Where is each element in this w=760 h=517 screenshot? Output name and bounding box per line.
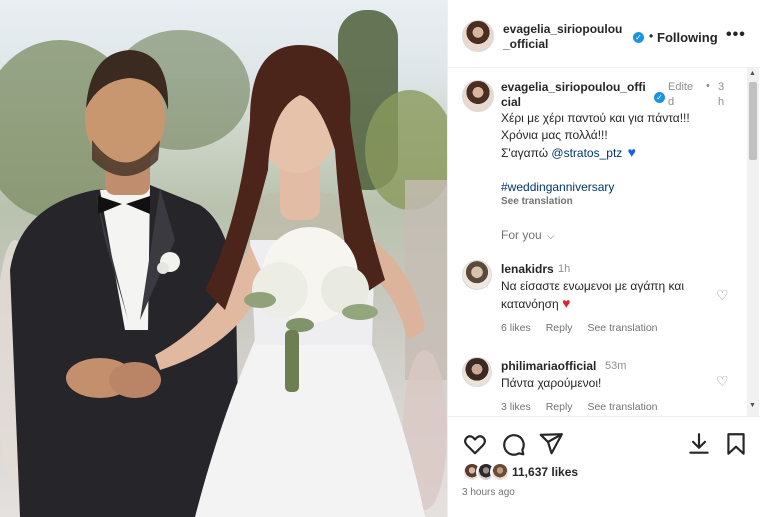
comment-like-icon[interactable]: ♡: [716, 373, 729, 390]
see-translation-button[interactable]: See translation: [501, 196, 573, 207]
comment-like-icon[interactable]: ♡: [716, 287, 729, 304]
comment-time: 1h: [558, 263, 571, 275]
separator-dot: •: [649, 29, 654, 43]
blue-heart-icon: ♥: [627, 144, 636, 160]
caption-line-3-text: Σ'αγαπώ: [501, 146, 549, 160]
comment-icon[interactable]: [500, 431, 526, 457]
for-you-dropdown[interactable]: For you ⌵: [501, 228, 555, 242]
caption-line-2: Χρόνια μας πολλά!!!: [501, 128, 608, 142]
author-username[interactable]: evagelia_siriopoulou _official: [503, 22, 653, 52]
post-timestamp[interactable]: 3 hours ago: [462, 487, 515, 498]
comments-list[interactable]: evagelia_siriopoulou_offi cial ✓ Edite d …: [448, 68, 760, 416]
author-username-line2: _official: [503, 37, 549, 51]
comment-username[interactable]: philimariaofficial: [501, 359, 596, 373]
author-avatar[interactable]: [462, 20, 494, 52]
post-header: evagelia_siriopoulou _official ✓ • Follo…: [448, 0, 760, 68]
see-translation-button[interactable]: See translation: [587, 401, 657, 413]
comment-text-line-2: κατανόηση ♥: [501, 295, 570, 313]
heart-icon[interactable]: [462, 431, 488, 457]
see-translation-button[interactable]: See translation: [587, 322, 657, 334]
chevron-down-icon: ⌵: [547, 231, 555, 242]
likes-count[interactable]: 11,637 likes: [512, 465, 578, 479]
scroll-down-icon[interactable]: ▼: [749, 402, 756, 409]
caption-username[interactable]: evagelia_siriopoulou_offi cial: [501, 80, 656, 110]
red-heart-icon: ♥: [562, 295, 571, 311]
download-icon[interactable]: [686, 431, 712, 457]
reply-button[interactable]: Reply: [546, 322, 573, 334]
post-photo: [0, 0, 447, 517]
author-username-line1: evagelia_siriopoulou: [503, 22, 623, 36]
liker-avatar: [490, 462, 510, 482]
comment-text-line-1: Να είσαστε ενωμενοι με αγάπη και: [501, 279, 684, 293]
following-button[interactable]: Following: [657, 30, 718, 45]
hashtag-link[interactable]: #weddinganniversary: [501, 180, 614, 194]
reply-button[interactable]: Reply: [546, 401, 573, 413]
comment-avatar[interactable]: [462, 260, 492, 290]
wedding-photo-illustration: [0, 10, 447, 517]
comment-likes[interactable]: 6 likes: [501, 322, 531, 334]
liker-avatars[interactable]: [462, 462, 510, 482]
scrollbar[interactable]: ▲ ▼: [747, 68, 759, 416]
caption-username-line2: cial: [501, 95, 522, 109]
caption-avatar[interactable]: [462, 80, 494, 112]
caption-line-3: Σ'αγαπώ @stratos_ptz ♥: [501, 144, 636, 162]
verified-icon: ✓: [633, 32, 644, 43]
comment-text-line-1: Πάντα χαρούμενοι!: [501, 376, 602, 390]
scroll-up-icon[interactable]: ▲: [749, 70, 756, 77]
caption-time[interactable]: 3h: [718, 80, 730, 110]
comment-text-line-2-text: κατανόηση: [501, 297, 559, 311]
for-you-label: For you: [501, 228, 542, 242]
separator-dot: •: [706, 80, 710, 92]
bookmark-icon[interactable]: [723, 431, 749, 457]
verified-icon: ✓: [654, 92, 665, 103]
share-icon[interactable]: [538, 431, 564, 457]
mention-link[interactable]: @stratos_ptz: [551, 146, 622, 160]
comment-likes[interactable]: 3 likes: [501, 401, 531, 413]
post-actions: 11,637 likes 3 hours ago: [448, 416, 760, 517]
comment-username[interactable]: lenakidrs: [501, 262, 554, 276]
comment-meta: 3 likes Reply See translation: [501, 401, 670, 413]
scroll-thumb[interactable]: [749, 82, 757, 160]
edited-label: Edite d: [668, 81, 694, 108]
caption-line-1: Χέρι με χέρι παντού και για πάντα!!!: [501, 111, 690, 125]
comment-avatar[interactable]: [462, 357, 492, 387]
more-icon[interactable]: •••: [726, 26, 746, 44]
comment-meta: 6 likes Reply See translation: [501, 322, 670, 334]
caption-username-line1: evagelia_siriopoulou_offi: [501, 80, 646, 94]
post-panel: evagelia_siriopoulou _official ✓ • Follo…: [447, 0, 760, 517]
comment-time: 53m: [605, 360, 627, 372]
